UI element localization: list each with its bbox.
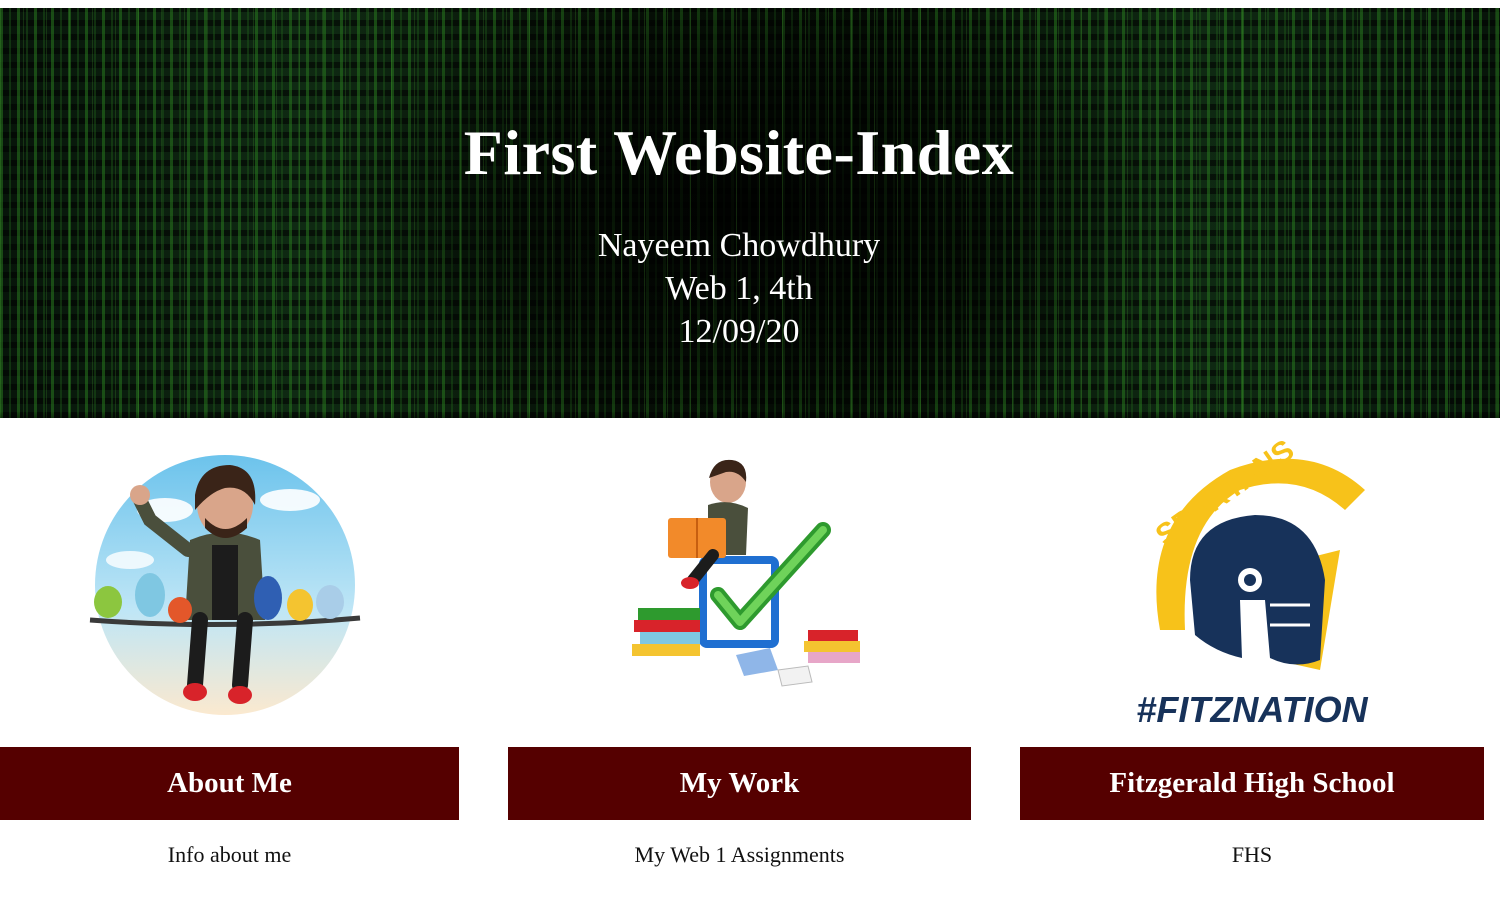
fitznation-logo-text: #FITZNATION [1136, 689, 1368, 730]
top-strip [0, 0, 1500, 8]
class-period: Web 1, 4th [665, 270, 813, 307]
fitzgerald-high-school-button[interactable]: Fitzgerald High School [1020, 747, 1484, 820]
my-work-description: My Web 1 Assignments [634, 842, 845, 867]
hero-banner: First Website-Index Nayeem Chowdhury Web… [0, 8, 1500, 418]
spartan-helmet-logo-icon[interactable]: SPARTANS #FITZNATION [1020, 430, 1484, 740]
about-me-description: Info about me [167, 842, 292, 867]
page-title: First Website-Index [463, 117, 1015, 188]
date: 12/09/20 [678, 313, 800, 350]
card-about-me: About Me Info about me [0, 430, 459, 890]
my-work-button[interactable]: My Work [508, 747, 971, 820]
fitzgerald-description: FHS [1231, 842, 1273, 867]
author-name: Nayeem Chowdhury [597, 227, 881, 264]
author-info: Nayeem Chowdhury Web 1, 4th 12/09/20 [0, 224, 1478, 353]
reading-avatar-with-checkmark-and-books-icon[interactable] [508, 430, 971, 740]
card-my-work: My Work My Web 1 Assignments [508, 430, 971, 890]
card-fitzgerald-high-school: SPARTANS #FITZNATION Fitzgerald High Sch… [1020, 430, 1484, 890]
waving-avatar-on-branch-with-birds-icon[interactable] [0, 430, 459, 740]
about-me-button[interactable]: About Me [0, 747, 459, 820]
